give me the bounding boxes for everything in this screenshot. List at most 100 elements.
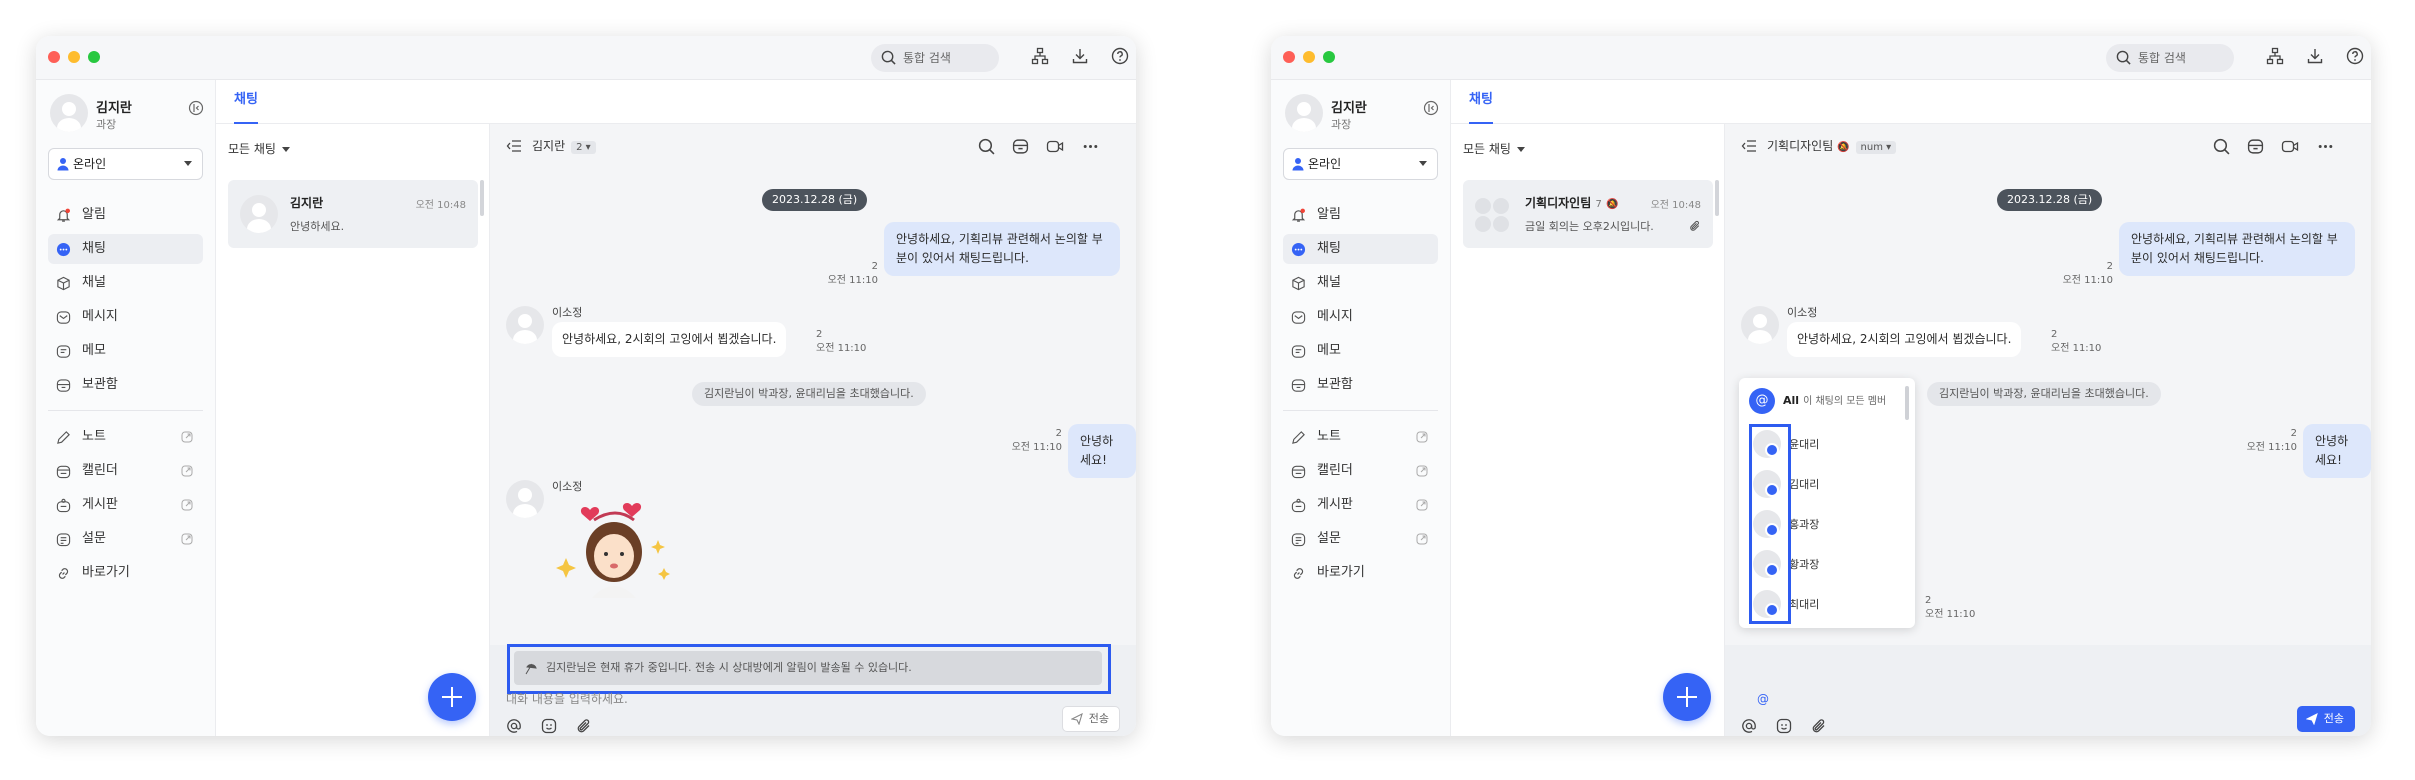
help-icon[interactable] bbox=[1111, 47, 1129, 65]
avatar[interactable] bbox=[1741, 306, 1779, 344]
org-chart-icon[interactable] bbox=[1031, 47, 1049, 65]
close-window-button[interactable] bbox=[1283, 51, 1295, 63]
archive-icon[interactable] bbox=[1012, 138, 1029, 155]
message-bubble-mine[interactable]: 안녕하세요, 기획리뷰 관련해서 논의할 부분이 있어서 채팅드립니다. bbox=[2119, 222, 2355, 276]
attachment-icon[interactable] bbox=[576, 718, 592, 736]
at-icon: @ bbox=[1749, 388, 1775, 414]
video-call-icon[interactable] bbox=[1046, 138, 1064, 155]
status-select[interactable]: 온라인 bbox=[48, 148, 203, 180]
status-label: 온라인 bbox=[73, 157, 107, 171]
nav-item-memo[interactable]: 메모 bbox=[48, 336, 203, 366]
unread-count: 2 bbox=[2106, 261, 2113, 272]
nav-item-calendar[interactable]: 캘린더 bbox=[1283, 456, 1438, 486]
nav-item-shortcut[interactable]: 바로가기 bbox=[1283, 558, 1438, 588]
nav-item-notifications[interactable]: 알림 bbox=[1283, 200, 1438, 230]
nav-item-board[interactable]: 게시판 bbox=[1283, 490, 1438, 520]
help-icon[interactable] bbox=[2346, 47, 2364, 65]
nav-item-channel[interactable]: 채널 bbox=[48, 268, 203, 298]
toggle-list-icon[interactable] bbox=[506, 138, 522, 154]
nav-item-archive[interactable]: 보관함 bbox=[1283, 370, 1438, 400]
nav-item-memo[interactable]: 메모 bbox=[1283, 336, 1438, 366]
nav-item-shortcut[interactable]: 바로가기 bbox=[48, 558, 203, 588]
nav-item-chat[interactable]: 채팅 bbox=[48, 234, 203, 264]
nav-item-channel[interactable]: 채널 bbox=[1283, 268, 1438, 298]
mention-icon[interactable] bbox=[506, 718, 522, 736]
scrollbar[interactable] bbox=[1905, 386, 1909, 420]
message-bubble-other[interactable]: 안녕하세요, 2시회의 고잉에서 뵙겠습니다. bbox=[552, 322, 787, 357]
nav-item-message[interactable]: 메시지 bbox=[48, 302, 203, 332]
new-chat-button[interactable] bbox=[428, 673, 476, 721]
message-bubble-mine[interactable]: 안녕하세요, 기획리뷰 관련해서 논의할 부분이 있어서 채팅드립니다. bbox=[884, 222, 1120, 276]
global-search-input[interactable]: 통합 검색 bbox=[2106, 44, 2234, 72]
user-profile[interactable]: 김지란 과장 bbox=[50, 94, 205, 134]
message-bubble-other[interactable]: 안녕하세요, 2시회의 고잉에서 뵙겠습니다. bbox=[1787, 322, 2022, 357]
bell-icon bbox=[56, 208, 71, 222]
chat-filter-dropdown[interactable]: 모든 채팅 bbox=[228, 140, 290, 157]
nav-item-chat[interactable]: 채팅 bbox=[1283, 234, 1438, 264]
close-window-button[interactable] bbox=[48, 51, 60, 63]
avatar[interactable] bbox=[506, 480, 544, 518]
emoji-icon[interactable] bbox=[541, 718, 557, 736]
org-chart-icon[interactable] bbox=[2266, 47, 2284, 65]
maximize-window-button[interactable] bbox=[1323, 51, 1335, 63]
nav-item-note[interactable]: 노트 bbox=[48, 422, 203, 452]
message-bubble-mine[interactable]: 안녕하세요! bbox=[1068, 424, 1136, 478]
search-icon[interactable] bbox=[978, 138, 995, 155]
nav-label-shortcut: 바로가기 bbox=[82, 565, 130, 580]
nav-item-board[interactable]: 게시판 bbox=[48, 490, 203, 520]
nav-label-memo: 메모 bbox=[82, 343, 106, 358]
video-call-icon[interactable] bbox=[2281, 138, 2299, 155]
download-icon[interactable] bbox=[1071, 47, 1089, 65]
scrollbar[interactable] bbox=[480, 180, 484, 216]
nav-divider bbox=[1283, 410, 1438, 411]
attachment-icon[interactable] bbox=[1811, 718, 1827, 736]
minimize-window-button[interactable] bbox=[68, 51, 80, 63]
more-icon[interactable] bbox=[1082, 138, 1099, 155]
member-count-badge[interactable]: 2 ▾ bbox=[571, 141, 596, 154]
emoji-icon[interactable] bbox=[1776, 718, 1792, 736]
archive-icon[interactable] bbox=[2247, 138, 2264, 155]
nav-item-survey[interactable]: 설문 bbox=[1283, 524, 1438, 554]
collapse-sidebar-icon[interactable] bbox=[1423, 100, 1439, 116]
mention-icon[interactable] bbox=[1741, 718, 1757, 736]
message-input[interactable]: @ bbox=[1757, 692, 1769, 706]
member-count-badge[interactable]: num ▾ bbox=[1855, 141, 1897, 154]
nav-item-calendar[interactable]: 캘린더 bbox=[48, 456, 203, 486]
minimize-window-button[interactable] bbox=[1303, 51, 1315, 63]
nav-item-notifications[interactable]: 알림 bbox=[48, 200, 203, 230]
status-select[interactable]: 온라인 bbox=[1283, 148, 1438, 180]
more-icon[interactable] bbox=[2317, 138, 2334, 155]
tab-chat[interactable]: 채팅 bbox=[234, 80, 258, 124]
chat-room-item[interactable]: 김지란 오전 10:48 안녕하세요. bbox=[228, 180, 478, 248]
nav-item-archive[interactable]: 보관함 bbox=[48, 370, 203, 400]
avatar bbox=[240, 195, 278, 233]
nav-item-survey[interactable]: 설문 bbox=[48, 524, 203, 554]
tab-chat[interactable]: 채팅 bbox=[1469, 80, 1493, 124]
new-chat-button[interactable] bbox=[1663, 673, 1711, 721]
chat-room-item[interactable]: 기획디자인팀 7 🔕 오전 10:48 금일 회의는 오후2시입니다. bbox=[1463, 180, 1713, 248]
toggle-list-icon[interactable] bbox=[1741, 138, 1757, 154]
send-button[interactable]: 전송 bbox=[1061, 706, 1120, 732]
chat-room-preview: 금일 회의는 오후2시입니다. bbox=[1525, 220, 1654, 233]
message-input[interactable]: 대화 내용을 입력하세요. bbox=[506, 690, 1120, 707]
nav-label-note: 노트 bbox=[1317, 429, 1341, 444]
search-icon[interactable] bbox=[2213, 138, 2230, 155]
archive-icon bbox=[56, 379, 71, 392]
message-meta: 2 오전 11:10 bbox=[1925, 594, 1975, 622]
download-icon[interactable] bbox=[2306, 47, 2324, 65]
composer-tools bbox=[506, 718, 606, 736]
global-search-input[interactable]: 통합 검색 bbox=[871, 44, 999, 72]
nav-item-message[interactable]: 메시지 bbox=[1283, 302, 1438, 332]
send-button[interactable]: 전송 bbox=[2296, 706, 2355, 732]
maximize-window-button[interactable] bbox=[88, 51, 100, 63]
avatar[interactable] bbox=[506, 306, 544, 344]
user-profile[interactable]: 김지란 과장 bbox=[1285, 94, 1440, 134]
nav-item-note[interactable]: 노트 bbox=[1283, 422, 1438, 452]
avatar bbox=[50, 94, 88, 132]
scrollbar[interactable] bbox=[1715, 180, 1719, 216]
mention-all-option[interactable]: @ All 이 채팅의 모든 멤버 bbox=[1749, 388, 1886, 414]
chat-filter-dropdown[interactable]: 모든 채팅 bbox=[1463, 140, 1525, 157]
sticker-image[interactable] bbox=[552, 498, 682, 598]
message-bubble-mine[interactable]: 안녕하세요! bbox=[2303, 424, 2371, 478]
collapse-sidebar-icon[interactable] bbox=[188, 100, 204, 116]
